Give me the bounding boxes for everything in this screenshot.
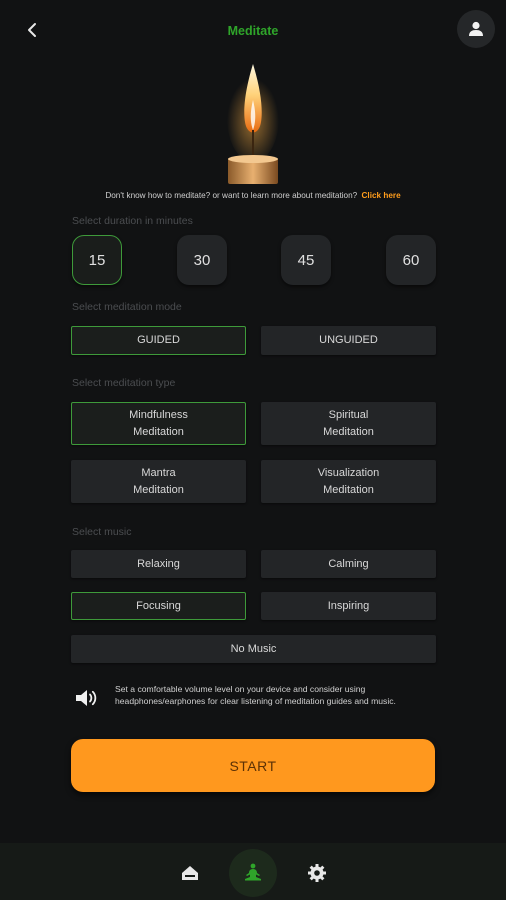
type-spiritual-button[interactable]: Spiritual Meditation [261,402,436,445]
type-visualization-button[interactable]: Visualization Meditation [261,460,436,503]
learn-more-text: Don't know how to meditate? or want to l… [0,191,506,200]
mode-unguided-button[interactable]: UNGUIDED [261,326,436,355]
type-visualization-line1: Visualization [317,466,380,479]
duration-option-30[interactable]: 30 [177,235,227,285]
nav-home[interactable] [166,850,214,896]
settings-icon [308,864,326,882]
duration-label: Select duration in minutes [72,215,193,227]
type-spiritual-line2: Meditation [323,425,374,438]
type-mindfulness-line1: Mindfulness [129,408,188,421]
nav-meditate[interactable] [229,850,277,896]
profile-button[interactable] [457,10,495,48]
duration-option-15[interactable]: 15 [72,235,122,285]
type-mantra-button[interactable]: Mantra Meditation [71,460,246,503]
user-icon [469,21,483,36]
learn-more-question: Don't know how to meditate? or want to l… [105,191,358,200]
duration-option-45[interactable]: 45 [281,235,331,285]
nav-settings[interactable] [293,850,341,896]
type-spiritual-line1: Spiritual [328,408,369,421]
duration-option-60[interactable]: 60 [386,235,436,285]
meditate-icon [245,863,261,881]
mode-guided-button[interactable]: GUIDED [71,326,246,355]
mode-label: Select meditation mode [72,301,182,313]
candle-illustration [227,64,279,184]
music-calming-button[interactable]: Calming [261,550,436,578]
type-mantra-line1: Mantra [141,466,176,479]
page-title: Meditate [227,24,279,38]
music-focusing-button[interactable]: Focusing [71,592,246,620]
speaker-icon [76,690,97,706]
type-visualization-line2: Meditation [323,483,374,496]
click-here-link[interactable]: Click here [362,191,401,200]
volume-note: Set a comfortable volume level on your d… [115,684,396,706]
type-mantra-line2: Meditation [133,483,184,496]
type-mindfulness-button[interactable]: Mindfulness Meditation [71,402,246,445]
music-none-button[interactable]: No Music [71,635,436,663]
music-inspiring-button[interactable]: Inspiring [261,592,436,620]
home-icon [182,866,198,880]
type-mindfulness-line2: Meditation [133,425,184,438]
music-label: Select music [72,526,132,538]
type-label: Select meditation type [72,377,176,389]
start-button[interactable]: START [71,739,435,792]
music-relaxing-button[interactable]: Relaxing [71,550,246,578]
